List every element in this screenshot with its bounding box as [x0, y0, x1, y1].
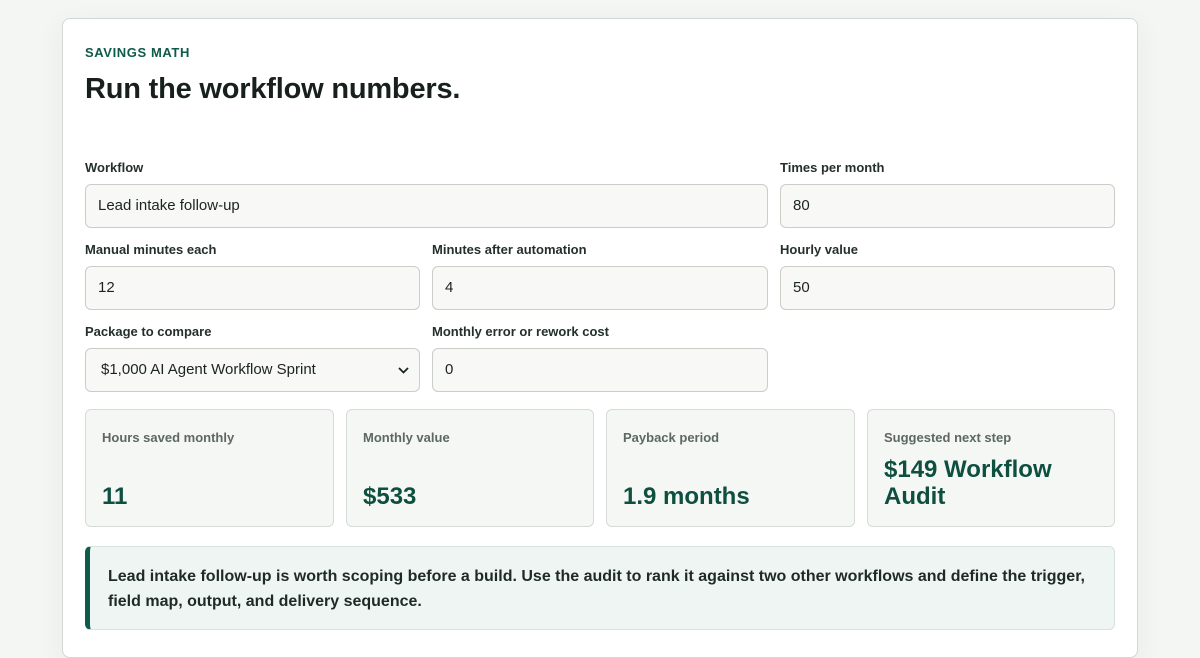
result-value: $533: [363, 483, 417, 510]
result-label: Suggested next step: [884, 430, 1012, 445]
times-per-month-label: Times per month: [780, 160, 885, 175]
error-cost-input[interactable]: 0: [432, 348, 768, 392]
result-value: $149 Workflow Audit: [884, 456, 1052, 510]
manual-minutes-field-group: Manual minutes each 12: [85, 242, 420, 310]
error-cost-field-group: Monthly error or rework cost 0: [432, 324, 768, 392]
manual-minutes-input[interactable]: 12: [85, 266, 420, 310]
page-title: Run the workflow numbers.: [85, 73, 461, 105]
package-label: Package to compare: [85, 324, 212, 339]
result-value: 11: [102, 483, 128, 510]
hourly-value-label: Hourly value: [780, 242, 859, 257]
minutes-after-input[interactable]: 4: [432, 266, 768, 310]
manual-minutes-label: Manual minutes each: [85, 242, 217, 257]
result-hours-saved: Hours saved monthly 11: [85, 409, 334, 527]
package-field-group: Package to compare $1,000 AI Agent Workf…: [85, 324, 420, 392]
result-payback-period: Payback period 1.9 months: [606, 409, 855, 527]
section-eyebrow: SAVINGS MATH: [85, 45, 190, 60]
workflow-input[interactable]: Lead intake follow-up: [85, 184, 768, 228]
error-cost-label: Monthly error or rework cost: [432, 324, 609, 339]
result-label: Hours saved monthly: [102, 430, 235, 445]
result-value: 1.9 months: [623, 483, 750, 510]
hourly-value-input[interactable]: 50: [780, 266, 1115, 310]
workflow-label: Workflow: [85, 160, 144, 175]
result-monthly-value: Monthly value $533: [346, 409, 594, 527]
times-per-month-field-group: Times per month 80: [780, 160, 1115, 228]
result-next-step: Suggested next step $149 Workflow Audit: [867, 409, 1115, 527]
recommendation-note: Lead intake follow-up is worth scoping b…: [85, 546, 1115, 630]
package-select-value: $1,000 AI Agent Workflow Sprint: [101, 361, 316, 378]
package-select[interactable]: $1,000 AI Agent Workflow Sprint: [85, 348, 420, 392]
times-per-month-input[interactable]: 80: [780, 184, 1115, 228]
minutes-after-field-group: Minutes after automation 4: [432, 242, 768, 310]
result-label: Monthly value: [363, 430, 450, 445]
chevron-down-icon: [398, 349, 409, 391]
workflow-field-group: Workflow Lead intake follow-up: [85, 160, 768, 228]
result-label: Payback period: [623, 430, 720, 445]
hourly-value-field-group: Hourly value 50: [780, 242, 1115, 310]
savings-calculator-card: SAVINGS MATH Run the workflow numbers. W…: [62, 18, 1138, 658]
minutes-after-label: Minutes after automation: [432, 242, 587, 257]
